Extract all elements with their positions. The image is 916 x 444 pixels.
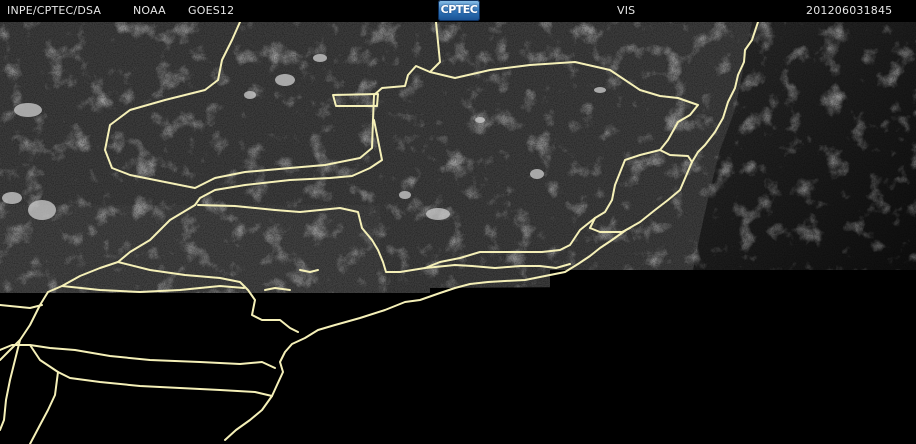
header-bar: INPE/CPTEC/DSA NOAA GOES12 CPTEC VIS 201…	[0, 0, 916, 22]
no-data-region	[0, 285, 916, 444]
institution-label: INPE/CPTEC/DSA	[7, 4, 102, 17]
satellite-map	[0, 22, 916, 444]
channel-label: VIS	[617, 4, 636, 17]
timestamp-label: 201206031845	[806, 4, 893, 17]
agency-label: NOAA	[133, 4, 166, 17]
cptec-logo: CPTEC	[438, 0, 480, 21]
satellite-label: GOES12	[188, 4, 235, 17]
